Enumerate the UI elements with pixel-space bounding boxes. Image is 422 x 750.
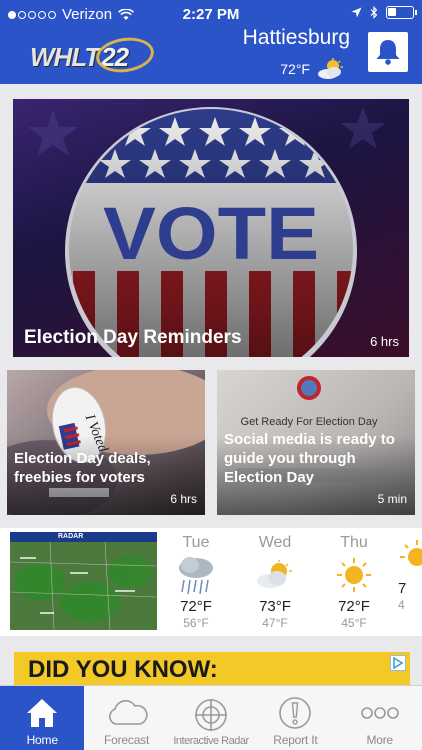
forecast-day[interactable]: Thu 72°F 45°F [319,534,389,630]
story-card[interactable]: Get Ready For Election Day Social media … [217,370,415,515]
tab-label: Interactive Radar [173,735,249,747]
tab-label: More [366,733,394,747]
forecast-low: 45°F [341,616,367,630]
hero-story-age: 6 hrs [370,334,399,349]
hero-story-title: Election Day Reminders [24,327,242,348]
forecast-day-name: Tue [182,534,210,551]
hero-story-card[interactable]: VOTE Election Day Reminders 6 hrs [13,99,409,357]
sunny-icon [400,540,422,566]
svg-text:Get Ready For Election Day: Get Ready For Election Day [241,416,378,428]
adchoices-icon[interactable] [390,655,406,671]
forecast-high: 73°F [259,598,291,615]
forecast-low: 47°F [262,616,288,630]
forecast-day[interactable]: Tue 72°F 56°F [161,534,231,630]
station-logo[interactable]: WHLT22 [30,34,157,76]
bluetooth-icon [370,6,378,19]
radar-thumbnail[interactable]: RADAR [10,532,157,630]
radar-map-image [10,542,157,630]
ad-banner[interactable]: DID YOU KNOW: [14,652,410,686]
forecast-low: 56°F [183,616,209,630]
story-age: 6 hrs [170,492,197,506]
tab-forecast[interactable]: Forecast [84,686,168,750]
rain-cloud-icon [179,557,213,595]
tab-report-it[interactable]: Report It [253,686,337,750]
radar-crosshair-icon [194,699,227,731]
cloud-icon [108,700,148,725]
location-name[interactable]: Hattiesburg [243,26,350,50]
forecast-high: 72°F [180,598,212,615]
ad-headline: DID YOU KNOW: [28,656,218,683]
home-icon [27,699,58,727]
app-header: Verizon 2:27 PM WHLT22 Hattiesburg 72°F [0,0,422,84]
bottom-tab-bar: Home Forecast Interactive Radar Report I… [0,685,422,750]
more-dots-icon [360,707,399,719]
sunny-icon [337,558,371,592]
battery-icon [386,6,417,19]
partly-cloudy-icon [318,58,343,79]
forecast-day-name: Wed [258,534,292,551]
tab-label: Report It [273,733,318,747]
story-title: Election Day deals, freebies for voters [14,450,151,486]
radar-label: RADAR [10,532,157,542]
tab-home[interactable]: Home [0,686,85,750]
location-arrow-icon [351,7,362,18]
partly-sunny-icon [257,560,292,588]
forecast-day[interactable]: 7 4 [398,534,422,612]
forecast-low: 4 [398,598,405,612]
tab-interactive-radar[interactable]: Interactive Radar [169,686,253,750]
weather-forecast-strip[interactable]: RADAR Tue 72°F 56°F Wed 73°F 47°F Thu 72… [0,528,422,636]
tab-label: Home [26,733,58,747]
forecast-high: 7 [398,580,407,597]
bell-icon [376,40,400,65]
story-age: 5 min [377,492,407,506]
tab-label: Forecast [104,733,150,747]
story-card[interactable]: I Voted Election Day deals, freebies for… [7,370,205,515]
forecast-day-name: Thu [340,534,368,551]
forecast-high: 72°F [338,598,370,615]
story-title: Social media is ready to guide you throu… [224,431,395,486]
forecast-day[interactable]: Wed 73°F 47°F [240,534,310,630]
app-screen: Verizon 2:27 PM WHLT22 Hattiesburg 72°F [0,0,422,750]
tab-more[interactable]: More [338,686,422,750]
status-bar: Verizon 2:27 PM [0,0,422,28]
current-weather[interactable]: 72°F [280,58,346,80]
current-temp: 72°F [280,61,310,77]
alerts-button[interactable] [368,32,408,72]
vote-image-text: VOTE [103,192,319,275]
vote-button-image: VOTE [28,107,386,357]
alert-icon [279,697,312,729]
